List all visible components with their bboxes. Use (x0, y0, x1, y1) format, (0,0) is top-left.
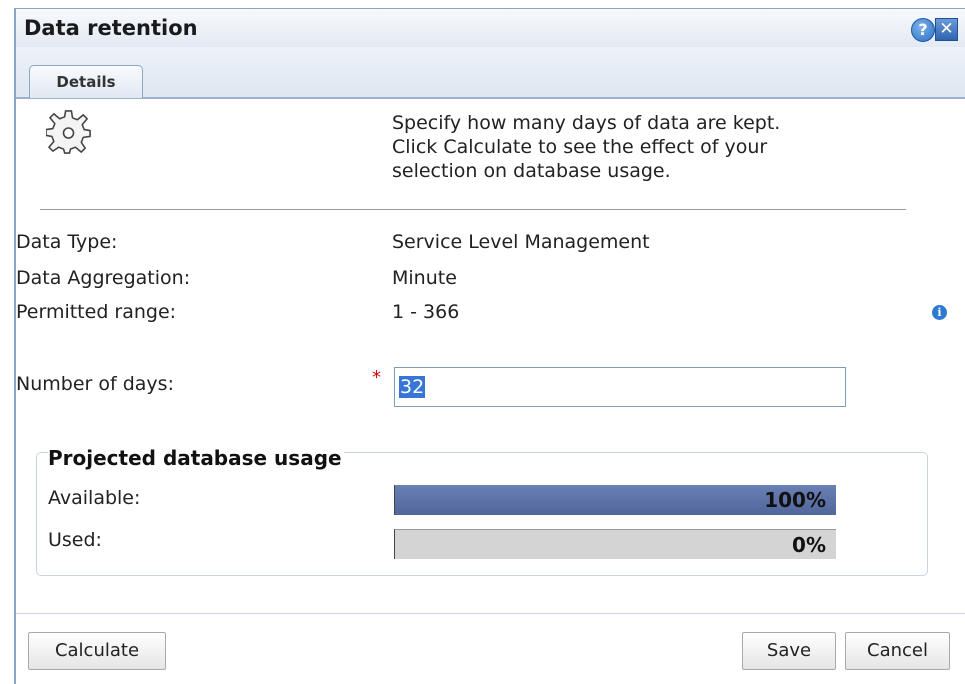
number-of-days-label: Number of days: (16, 373, 174, 395)
data-type-value: Service Level Management (392, 231, 650, 253)
intro-line: Specify how many days of data are kept. (392, 112, 781, 134)
number-of-days-input[interactable]: 32 (394, 367, 846, 407)
used-bar: 0% (394, 529, 836, 559)
gear-icon (46, 110, 91, 154)
title-bar: Data retention ? ✕ (16, 9, 965, 48)
divider (40, 209, 906, 210)
used-label: Used: (48, 529, 102, 551)
data-aggregation-label: Data Aggregation: (16, 267, 191, 289)
required-marker: * (372, 367, 381, 388)
data-retention-dialog: Data retention ? ✕ Details Specify how m… (14, 8, 965, 684)
close-icon[interactable]: ✕ (935, 18, 958, 41)
intro-text: Specify how many days of data are kept. … (392, 111, 932, 183)
tab-details[interactable]: Details (29, 65, 143, 98)
available-label: Available: (48, 487, 141, 509)
projected-usage-title: Projected database usage (48, 446, 344, 470)
cancel-button[interactable]: Cancel (845, 632, 950, 670)
number-of-days-value: 32 (399, 376, 426, 398)
available-percent: 100% (764, 488, 826, 512)
footer-divider (16, 613, 965, 614)
intro-line: selection on database usage. (392, 160, 671, 182)
data-aggregation-value: Minute (392, 267, 457, 289)
data-type-label: Data Type: (16, 231, 118, 253)
help-icon[interactable]: ? (911, 18, 935, 42)
intro-line: Click Calculate to see the effect of you… (392, 136, 768, 158)
calculate-button[interactable]: Calculate (28, 632, 166, 670)
used-percent: 0% (792, 533, 826, 557)
available-bar: 100% (394, 485, 836, 515)
tab-strip: Details (16, 47, 965, 99)
permitted-range-label: Permitted range: (16, 301, 177, 323)
dialog-title: Data retention (24, 16, 198, 40)
permitted-range-value: 1 - 366 (392, 301, 460, 323)
save-button[interactable]: Save (742, 632, 836, 670)
info-icon[interactable]: i (932, 305, 947, 320)
